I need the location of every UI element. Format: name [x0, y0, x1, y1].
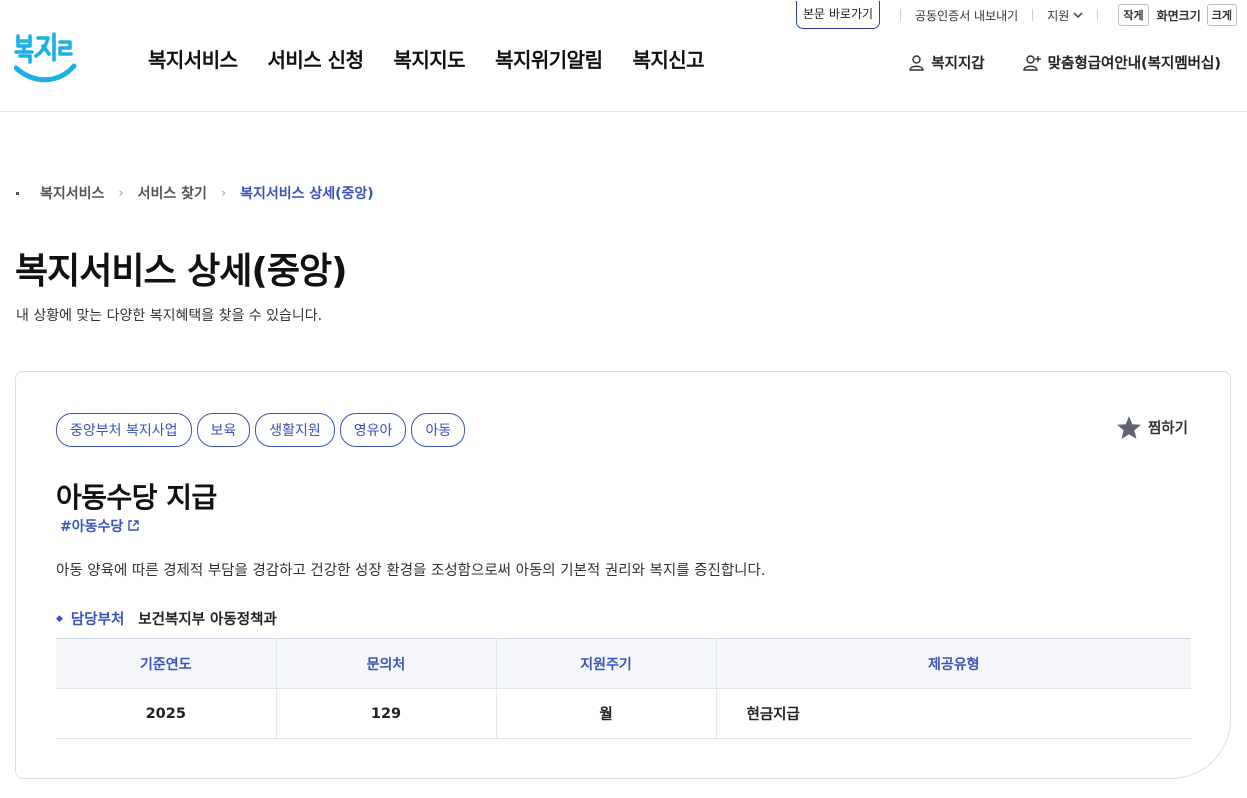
department-info: ◆ 담당부처 보건복지부 아동정책과 — [56, 608, 277, 629]
chevron-right-icon: › — [118, 185, 124, 201]
table-row: 2025 129 월 현금지급 — [56, 688, 1191, 739]
header-links: 복지지갑 맞춤형급여안내(복지멤버십) — [908, 52, 1221, 73]
wallet-link[interactable]: 복지지갑 — [908, 52, 985, 73]
header-provision-type: 제공유형 — [716, 638, 1191, 689]
user-add-icon — [1022, 55, 1041, 71]
membership-link[interactable]: 맞춤형급여안내(복지멤버십) — [1022, 52, 1221, 73]
chevron-right-icon: › — [220, 185, 227, 201]
site-logo[interactable] — [13, 30, 78, 86]
cell-base-year: 2025 — [56, 688, 277, 739]
diamond-bullet-icon: ◆ — [56, 613, 63, 624]
site-header: 복지서비스 서비스 신청 복지지도 복지위기알림 복지신고 복지지갑 맞춤형급여… — [0, 0, 1247, 112]
nav-welfare-report[interactable]: 복지신고 — [632, 44, 704, 73]
hashtag-link[interactable]: #아동수당 — [60, 519, 139, 533]
service-detail-card: 중앙부처 복지사업 보육 생활지원 영유아 아동 찜하기 아동수당 지급 #아동… — [15, 371, 1231, 779]
favorite-label: 찜하기 — [1147, 421, 1188, 437]
category-tags: 중앙부처 복지사업 보육 생활지원 영유아 아동 — [56, 413, 466, 447]
cell-contact: 129 — [276, 688, 497, 739]
external-link-icon — [128, 520, 139, 531]
main-navigation: 복지서비스 서비스 신청 복지지도 복지위기알림 복지신고 — [148, 44, 705, 73]
service-title: 아동수당 지급 — [56, 481, 217, 514]
service-info-table: 기준연도 문의처 지원주기 제공유형 2025 129 월 현금지급 — [56, 638, 1191, 739]
breadcrumb: 복지서비스 › 서비스 찾기 › 복지서비스 상세(중앙) — [16, 183, 374, 203]
bokjiro-logo-icon — [13, 32, 77, 83]
wallet-label: 복지지갑 — [931, 56, 985, 72]
cell-provision-type: 현금지급 — [716, 688, 1191, 739]
breadcrumb-current: 복지서비스 상세(중앙) — [240, 186, 374, 202]
header-contact: 문의처 — [276, 638, 497, 689]
tag-central-ministry[interactable]: 중앙부처 복지사업 — [56, 413, 192, 447]
breadcrumb-item-service-search[interactable]: 서비스 찾기 — [138, 183, 207, 203]
nav-welfare-service[interactable]: 복지서비스 — [148, 44, 238, 73]
nav-crisis-alert[interactable]: 복지위기알림 — [495, 44, 603, 73]
page-description: 내 상황에 맞는 다양한 복지혜택을 찾을 수 있습니다. — [16, 308, 323, 324]
header-base-year: 기준연도 — [56, 638, 277, 689]
hashtag-text: #아동수당 — [60, 519, 124, 533]
home-bullet-icon — [16, 191, 19, 195]
cell-support-cycle: 월 — [496, 688, 717, 739]
tag-child[interactable]: 아동 — [411, 413, 466, 447]
service-description: 아동 양육에 따른 경제적 부담을 경감하고 건강한 성장 환경을 조성함으로써… — [56, 563, 766, 579]
tag-infant[interactable]: 영유아 — [339, 413, 407, 447]
tag-living-support[interactable]: 생활지원 — [255, 413, 335, 447]
table-header-row: 기준연도 문의처 지원주기 제공유형 — [56, 638, 1191, 689]
tag-childcare[interactable]: 보육 — [196, 413, 251, 447]
membership-label: 맞춤형급여안내(복지멤버십) — [1047, 56, 1221, 72]
breadcrumb-item-welfare-service[interactable]: 복지서비스 — [40, 183, 104, 203]
nav-welfare-map[interactable]: 복지지도 — [393, 44, 465, 73]
favorite-button[interactable]: 찜하기 — [1116, 415, 1188, 440]
header-support-cycle: 지원주기 — [496, 638, 717, 689]
department-value: 보건복지부 아동정책과 — [138, 612, 277, 628]
star-icon — [1117, 416, 1141, 439]
department-label: 담당부처 — [70, 612, 125, 628]
user-icon — [909, 55, 924, 71]
nav-service-apply[interactable]: 서비스 신청 — [268, 44, 364, 73]
page-title: 복지서비스 상세(중앙) — [15, 251, 348, 292]
